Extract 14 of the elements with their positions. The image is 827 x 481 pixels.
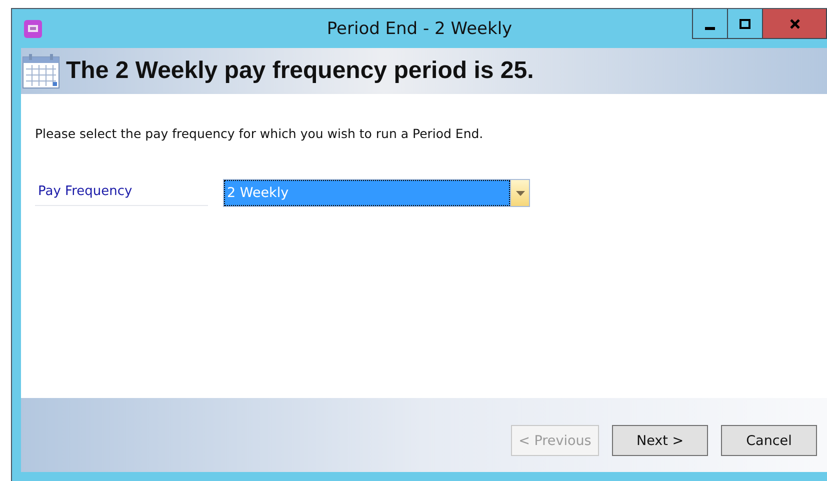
- dropdown-arrow-icon: [516, 190, 524, 196]
- wizard-button[interactable]: Cancel: [721, 425, 817, 456]
- minimize-button[interactable]: [692, 9, 728, 39]
- maximize-icon: [739, 18, 751, 30]
- app-icon: [24, 20, 42, 38]
- close-icon: [788, 18, 800, 30]
- minimize-icon: [705, 26, 715, 30]
- window-title: Period End - 2 Weekly: [326, 18, 514, 38]
- header-title: The 2 Weekly pay frequency period is 25.: [66, 57, 534, 85]
- field-label: Pay Frequency: [35, 180, 208, 206]
- close-button[interactable]: [762, 9, 827, 39]
- instruction-text: Please select the pay frequency for which you wish to run a Period End.: [35, 126, 484, 141]
- calendar-icon: [22, 53, 60, 89]
- wizard-button[interactable]: Next >: [612, 425, 708, 456]
